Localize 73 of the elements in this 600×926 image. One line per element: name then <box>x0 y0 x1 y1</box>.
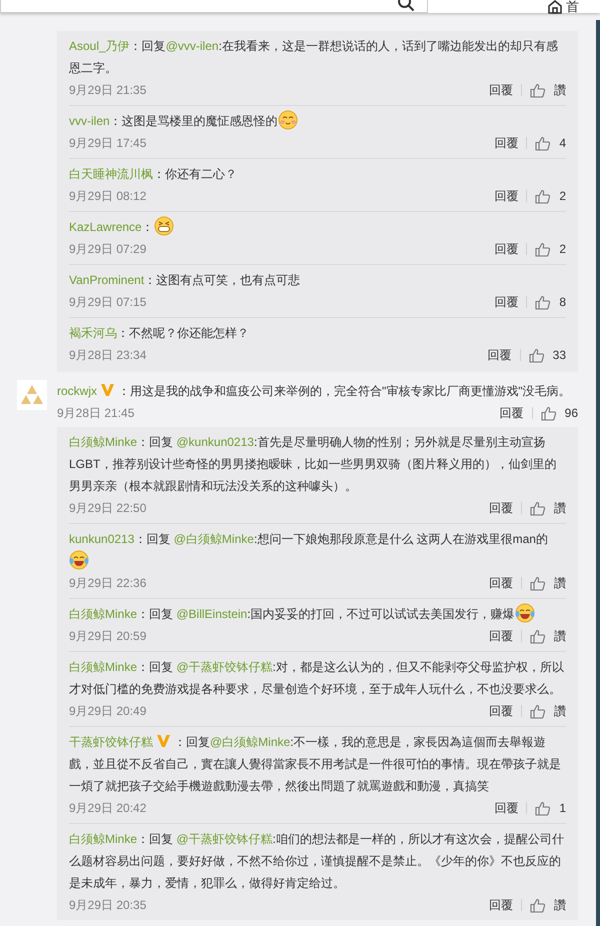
reply-link[interactable]: 回覆 <box>500 404 524 422</box>
thumbs-up-icon[interactable] <box>530 628 546 644</box>
like-count[interactable]: 96 <box>564 404 578 422</box>
emoji-icon <box>69 550 89 570</box>
like-count[interactable]: 讚 <box>554 499 566 517</box>
reply-link[interactable]: 回覆 <box>489 702 513 720</box>
reply-link[interactable]: 回覆 <box>494 799 518 817</box>
comment-time: 9月28日 21:45 <box>57 405 134 422</box>
like-count[interactable]: 讚 <box>554 896 566 914</box>
like-count[interactable]: 1 <box>559 799 566 817</box>
like-count[interactable]: 讚 <box>554 574 566 592</box>
search-field[interactable] <box>0 0 428 13</box>
thumbs-up-icon[interactable] <box>535 188 552 204</box>
comment-text: 干蒸虾饺钵仔糕 ：回复@白须鲸Minke:不一樣，我的意思是，家長因為這個而去舉報遊戲，並且從不反省自己，實在讓人覺得當家長不用考試是一件很可怕的事情。現在帶孩子就是一煩了就把孩子交給手機遊戲動漫去帶，然後出問題了就罵遊戲和動漫，真搞笑 <box>69 734 562 795</box>
like-count[interactable]: 33 <box>552 346 566 364</box>
thumbs-up-icon[interactable] <box>530 500 546 516</box>
reply-link[interactable]: 回覆 <box>488 346 512 364</box>
comment-text: 白须鲸Minke：回复 @干蒸虾饺钵仔糕:咱们的想法都是一样的，所以才有这次会，提醒公司什么题材容易出问题，要好好做，不然不给你过，谨慎提醒不是禁止。《少年的你》不也反应的是未成年，暴力，爱情，犯罪么，做得好肯定给过。 <box>69 831 565 892</box>
comment-time: 9月29日 20:59 <box>69 628 146 645</box>
thumbs-up-icon[interactable] <box>530 82 546 98</box>
like-count[interactable]: 讚 <box>554 81 566 99</box>
reply-link[interactable]: 回覆 <box>489 574 513 592</box>
like-count[interactable]: 4 <box>559 134 566 152</box>
comment-text: 白天睡神流川枫：你还有二心？ <box>69 166 238 183</box>
thumbs-up-icon[interactable] <box>535 800 552 816</box>
comment-text: rockwjx ：用这是我的战争和瘟疫公司来举例的，完全符合"审核专家比厂商更懂游戏"没毛病。 <box>57 383 572 400</box>
comment-time: 9月29日 20:42 <box>69 800 146 817</box>
comment-time: 9月29日 07:29 <box>69 241 146 258</box>
comment-time: 9月29日 22:36 <box>69 575 146 592</box>
like-count[interactable]: 讚 <box>554 627 566 645</box>
reply-link[interactable]: 回覆 <box>489 81 513 99</box>
comment-time: 9月29日 20:49 <box>69 703 146 720</box>
comment-text: 白须鲸Minke：回复 @kunkun0213:首先是尽量明确人物的性别；另外就是尽量别主动宣扬LGBT，推荐别设计些奇怪的男男搂抱暧昧，比如一些男男双骑（图片释义用的），仙剑里的男男亲亲（根本就跟剧情和玩法没关系的这种噱头）。 <box>69 434 558 495</box>
comment-time: 9月29日 07:15 <box>69 294 146 311</box>
thumbs-up-icon[interactable] <box>530 898 546 912</box>
comment-text: KazLawrence： <box>69 216 566 238</box>
comment-time: 9月29日 20:35 <box>69 897 146 914</box>
like-count[interactable]: 8 <box>559 293 566 311</box>
comment-text: 白须鲸Minke：回复 @BillEinstein:国内妥妥的打回，不过可以试试去美国发行，赚爆 <box>69 603 566 625</box>
reply-link[interactable]: 回覆 <box>494 187 518 205</box>
reply-link[interactable]: 回覆 <box>494 293 518 311</box>
thumbs-up-icon[interactable] <box>530 576 546 590</box>
thumbs-up-icon[interactable] <box>535 294 552 310</box>
comment-text: vvv-ilen：这图是骂楼里的魔怔感恩怪的 <box>69 110 566 132</box>
comment-text: Asoul_乃伊：回复@vvv-ilen:在我看来，这是一群想说话的人，话到了嘴边能发出的却只有感恩二字。 <box>69 38 559 77</box>
comment-time: 9月28日 23:34 <box>69 347 146 364</box>
comment-time: 9月29日 21:35 <box>69 82 146 99</box>
emoji-icon <box>278 110 298 130</box>
comment-text: VanProminent：这图有点可笑，也有点可悲 <box>69 272 302 289</box>
reply-link[interactable]: 回覆 <box>489 896 513 914</box>
reply-link[interactable]: 回覆 <box>494 240 518 258</box>
emoji-icon <box>154 216 174 236</box>
comment-time: 9月29日 17:45 <box>69 135 146 152</box>
triangle-logo-icon <box>20 384 44 406</box>
thumbs-up-icon[interactable] <box>535 136 552 150</box>
home-icon[interactable] <box>548 0 562 14</box>
comment-text: 褐禾河乌：不然呢？你还能怎样？ <box>69 325 250 342</box>
comment-text: kunkun0213：回复 @白须鲸Minke:想问一下娘炮那段原意是什么 这两人在游戏里很man的 <box>69 528 566 572</box>
like-count[interactable]: 2 <box>559 187 566 205</box>
comment-time: 9月29日 08:12 <box>69 188 146 205</box>
home-link[interactable]: 首 <box>566 0 579 16</box>
thumbs-up-icon[interactable] <box>535 242 552 256</box>
like-count[interactable]: 讚 <box>554 702 566 720</box>
comment-text: 白须鲸Minke：回复 @干蒸虾饺钵仔糕:对，都是这么认为的，但又不能剥夺父母监护权，所以才对低门槛的免费游戏提各种要求，尽量创造个好环境，至于成年人玩什么，不也没要求么。 <box>69 659 565 698</box>
reply-link[interactable]: 回覆 <box>489 627 513 645</box>
reply-link[interactable]: 回覆 <box>494 134 518 152</box>
reply-link[interactable]: 回覆 <box>489 499 513 517</box>
like-count[interactable]: 2 <box>559 240 566 258</box>
thumbs-up-icon[interactable] <box>528 348 545 362</box>
thumbs-up-icon[interactable] <box>530 704 546 718</box>
emoji-icon <box>514 603 535 623</box>
thumbs-up-icon[interactable] <box>540 406 557 420</box>
comment-time: 9月29日 22:50 <box>69 500 146 517</box>
